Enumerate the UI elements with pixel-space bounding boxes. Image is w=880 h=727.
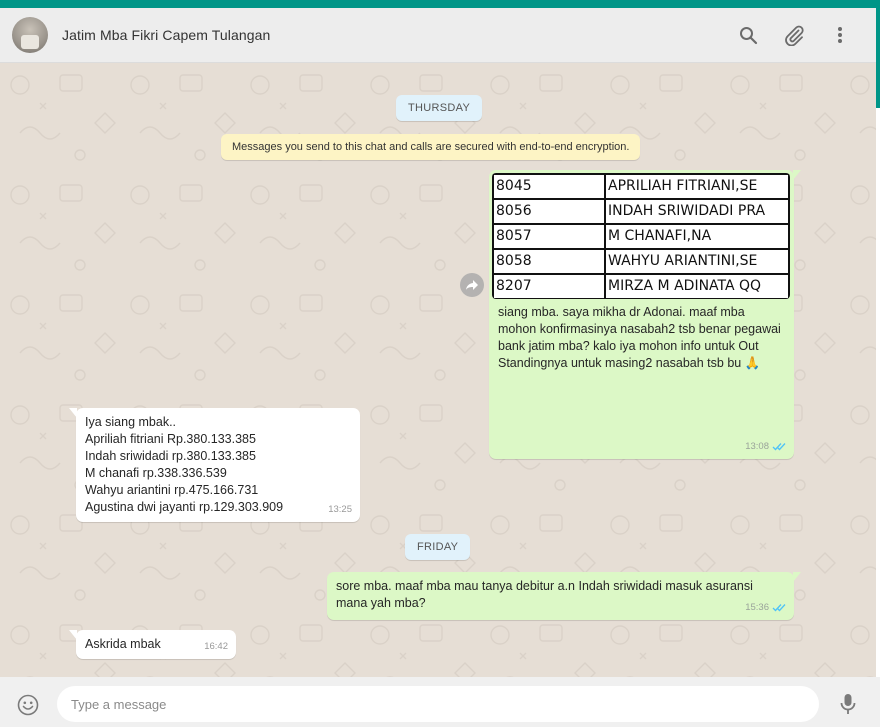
message-text: sore mba. maaf mba mau tanya debitur a.n… — [336, 579, 753, 610]
image-attachment[interactable]: 8045 APRILIAH FITRIANI,SE 8056 INDAH SRIWI… — [492, 173, 790, 299]
top-accent-bar — [0, 0, 880, 8]
microphone-icon[interactable] — [838, 692, 858, 716]
chat-panel[interactable]: THURSDAY Messages you send to this chat … — [0, 63, 876, 677]
search-icon[interactable] — [736, 23, 760, 47]
table-row: 8057 M CHANAFI,NA — [492, 223, 790, 250]
read-ticks-icon — [772, 604, 786, 612]
message-text: Iya siang mbak.. Apriliah fitriani Rp.38… — [85, 415, 284, 514]
date-divider-thursday: THURSDAY — [396, 95, 483, 121]
chat-header: Jatim Mba Fikri Capem Tulangan — [0, 8, 876, 63]
encryption-notice[interactable]: Messages you send to this chat and calls… — [221, 134, 641, 160]
message-composer — [0, 677, 880, 727]
message-time: 13:08 — [745, 441, 769, 452]
table-row: 8207 MIRZA M ADINATA QQ — [492, 273, 790, 299]
avatar[interactable] — [12, 17, 48, 53]
message-text: siang mba. saya mikha dr Adonai. maaf mb… — [498, 305, 781, 370]
message-meta: 15:36 — [745, 599, 786, 616]
forward-icon[interactable] — [460, 273, 484, 297]
message-text: Askrida mbak — [85, 637, 161, 651]
bubble-tail — [69, 630, 77, 640]
message-incoming[interactable]: Askrida mbak 16:42 — [69, 630, 236, 659]
header-actions — [736, 23, 876, 47]
message-input[interactable] — [57, 686, 819, 722]
read-ticks-icon — [772, 443, 786, 451]
menu-icon[interactable] — [828, 23, 852, 47]
message-time: 16:42 — [204, 641, 228, 652]
bubble-tail — [793, 170, 801, 180]
emoji-icon[interactable] — [17, 694, 39, 716]
bubble-tail — [69, 408, 77, 418]
message-time: 15:36 — [745, 602, 769, 613]
message-time: 13:25 — [328, 504, 352, 515]
window-edge-accent — [876, 8, 880, 108]
table-row: 8056 INDAH SRIWIDADI PRA — [492, 198, 790, 225]
table-row: 8045 APRILIAH FITRIANI,SE — [492, 173, 790, 200]
image-data-table: 8045 APRILIAH FITRIANI,SE 8056 INDAH SRIWI… — [492, 173, 790, 299]
chat-title[interactable]: Jatim Mba Fikri Capem Tulangan — [62, 27, 270, 43]
message-meta: 16:42 — [204, 638, 228, 655]
attach-icon[interactable] — [782, 23, 806, 47]
message-outgoing-image[interactable]: 8045 APRILIAH FITRIANI,SE 8056 INDAH SRIWI… — [489, 170, 801, 459]
message-meta: 13:08 — [745, 438, 786, 455]
message-outgoing[interactable]: sore mba. maaf mba mau tanya debitur a.n… — [327, 572, 801, 620]
table-row: 8058 WAHYU ARIANTINI,SE — [492, 248, 790, 275]
date-divider-friday: FRIDAY — [405, 534, 471, 560]
bubble-tail — [793, 572, 801, 582]
message-incoming[interactable]: Iya siang mbak.. Apriliah fitriani Rp.38… — [69, 408, 360, 522]
message-meta: 13:25 — [328, 501, 352, 518]
